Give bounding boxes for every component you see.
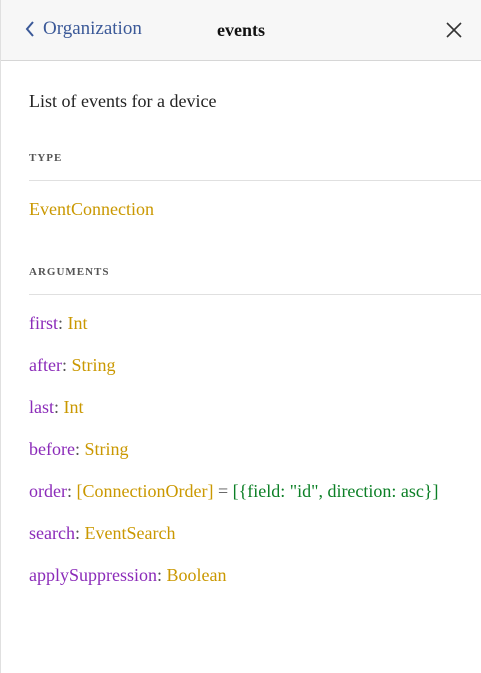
argument-type[interactable]: Boolean: [167, 565, 227, 585]
colon: :: [54, 397, 64, 417]
type-link[interactable]: EventConnection: [29, 199, 154, 220]
argument-item: applySuppression: Boolean: [29, 565, 455, 586]
argument-name[interactable]: first: [29, 313, 58, 333]
argument-type[interactable]: Int: [64, 397, 84, 417]
argument-name[interactable]: order: [29, 481, 67, 501]
argument-default-value: [{field: "id", direction: asc}]: [232, 481, 439, 501]
argument-item: after: String: [29, 355, 455, 376]
arguments-section: ARGUMENTS first: Int after: String last:…: [29, 266, 481, 586]
close-icon: [446, 22, 462, 38]
equals-sign: =: [213, 481, 233, 501]
argument-item: first: Int: [29, 313, 455, 334]
argument-type[interactable]: ConnectionOrder: [83, 481, 208, 501]
argument-type[interactable]: String: [84, 439, 128, 459]
argument-item: last: Int: [29, 397, 455, 418]
type-section: TYPE EventConnection: [29, 152, 481, 220]
argument-name[interactable]: search: [29, 523, 75, 543]
argument-item: before: String: [29, 439, 455, 460]
argument-name[interactable]: before: [29, 439, 75, 459]
argument-name[interactable]: applySuppression: [29, 565, 157, 585]
field-description: List of events for a device: [29, 91, 217, 111]
page-title: events: [217, 20, 265, 40]
argument-name[interactable]: last: [29, 397, 54, 417]
colon: :: [58, 313, 68, 333]
doc-content: List of events for a device TYPE EventCo…: [1, 91, 481, 586]
doc-explorer-panel: Organization events List of events for a…: [0, 0, 481, 673]
argument-item: order: [ConnectionOrder] = [{field: "id"…: [29, 481, 455, 502]
argument-type[interactable]: EventSearch: [84, 523, 175, 543]
colon: :: [157, 565, 167, 585]
argument-type[interactable]: String: [71, 355, 115, 375]
arguments-heading: ARGUMENTS: [29, 266, 481, 295]
doc-explorer-header: Organization events: [1, 0, 481, 61]
type-heading: TYPE: [29, 152, 481, 181]
argument-name[interactable]: after: [29, 355, 62, 375]
argument-item: search: EventSearch: [29, 523, 455, 544]
colon: :: [66, 481, 77, 501]
close-button[interactable]: [443, 19, 465, 41]
argument-list: first: Int after: String last: Int befor…: [29, 313, 455, 586]
argument-type[interactable]: Int: [68, 313, 88, 333]
